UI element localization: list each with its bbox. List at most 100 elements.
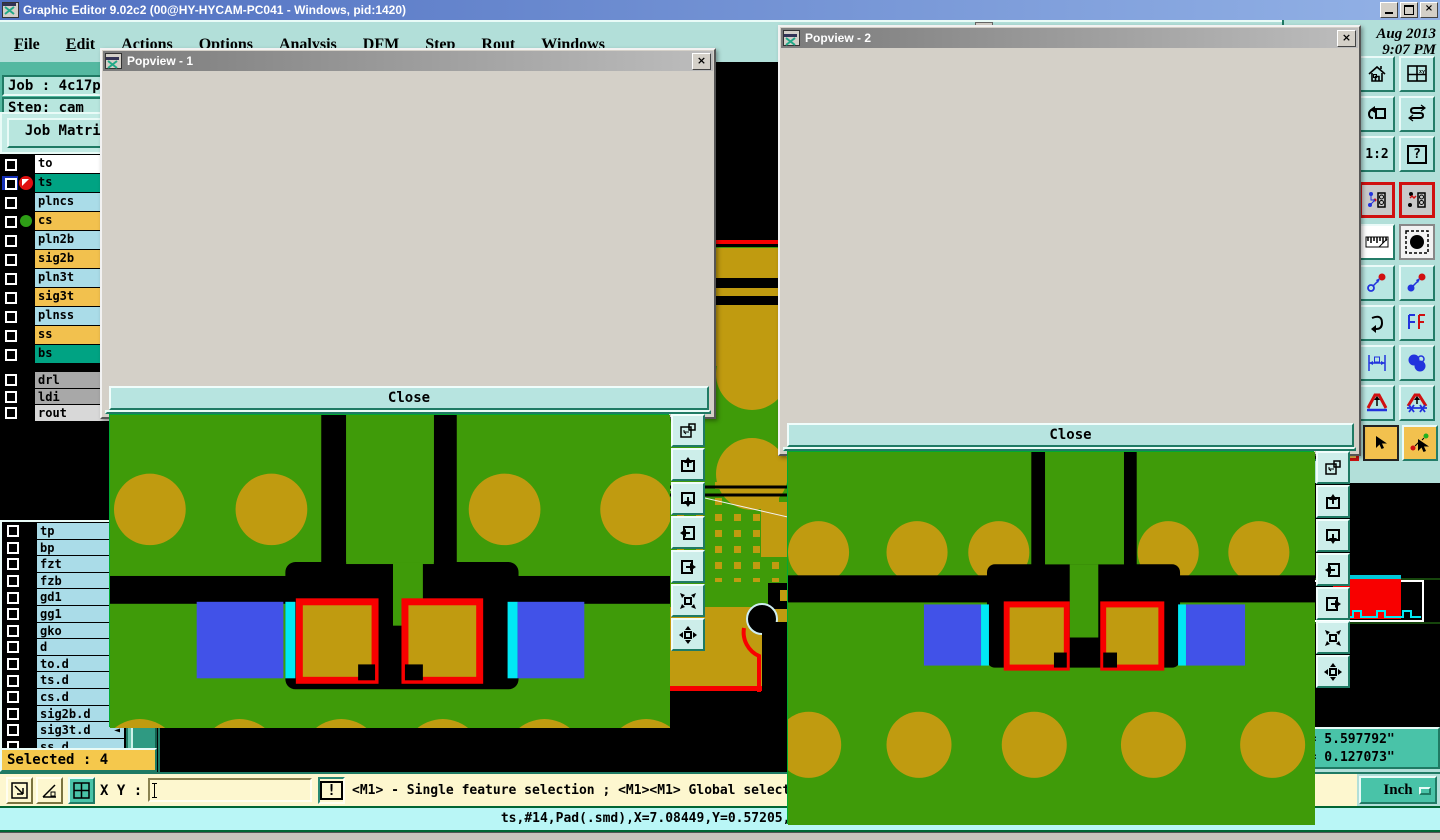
popview-1-window[interactable]: Popview - 1 × Close: [100, 48, 716, 728]
mirror-icon[interactable]: [1399, 305, 1435, 341]
pan-down-icon[interactable]: [1316, 519, 1350, 552]
layer-checkbox[interactable]: [2, 372, 18, 387]
layer-checkbox[interactable]: [2, 251, 18, 266]
spot-mode-icon[interactable]: [1399, 224, 1435, 260]
layer-icon-slot: [20, 555, 37, 571]
layer-checkbox[interactable]: [4, 705, 20, 720]
layer-row-ts.d[interactable]: ts.d: [2, 671, 124, 688]
layer-row-to.d[interactable]: to.d: [2, 654, 124, 672]
snap-angle-icon[interactable]: [36, 777, 63, 804]
layer-row-cs.d[interactable]: cs.d◄: [2, 687, 124, 705]
layer-row-d[interactable]: d: [2, 638, 124, 655]
popview-1-close-icon[interactable]: ×: [692, 52, 711, 70]
menu-item-file[interactable]: File: [14, 36, 40, 54]
layer-row-gko[interactable]: gko: [2, 621, 124, 639]
zoom-fit-in-icon[interactable]: [1316, 621, 1350, 654]
layer-checkbox[interactable]: [2, 213, 18, 228]
pan-up-icon[interactable]: [1316, 485, 1350, 518]
layer-checkbox[interactable]: [4, 589, 20, 604]
popview-icon: [783, 30, 800, 46]
clock: Aug 2013 9:07 PM: [1376, 26, 1436, 58]
layer-checkbox[interactable]: [2, 175, 18, 190]
layer-row-fzb[interactable]: fzb: [2, 571, 124, 589]
help-button[interactable]: ?: [1399, 136, 1435, 172]
text-strike-icon[interactable]: [1399, 385, 1435, 421]
popview-1-close-button[interactable]: Close: [109, 386, 709, 410]
layer-checkbox[interactable]: [4, 573, 20, 588]
undo-zoom-icon[interactable]: [1359, 96, 1395, 132]
pan-up-icon[interactable]: [671, 448, 705, 481]
layer-checkbox[interactable]: [2, 388, 18, 403]
layer-checkbox[interactable]: [2, 346, 18, 361]
layer-row-tp[interactable]: tp: [2, 522, 124, 539]
pan-right-icon[interactable]: [1316, 587, 1350, 620]
popout-icon[interactable]: [671, 414, 705, 447]
units-dropdown[interactable]: Inch: [1359, 776, 1437, 804]
layer-checkbox[interactable]: [4, 639, 20, 654]
popview-1-viewport[interactable]: [109, 414, 670, 728]
xy-input[interactable]: [148, 778, 312, 802]
layer-checkbox[interactable]: [2, 327, 18, 342]
views-xy-icon[interactable]: xy: [1399, 56, 1435, 92]
layer-row-fzt[interactable]: fzt: [2, 555, 124, 572]
zoom-fit-in-icon[interactable]: [671, 584, 705, 617]
step-path-icon[interactable]: [1399, 96, 1435, 132]
layer-checkbox[interactable]: [2, 308, 18, 323]
zoom-fit-out-icon[interactable]: [671, 618, 705, 651]
ruler-icon[interactable]: [1359, 224, 1395, 260]
net-highlight-2-icon[interactable]: [1399, 182, 1435, 218]
scale-1-2-button[interactable]: 1:2: [1359, 136, 1395, 172]
layer-checkbox[interactable]: [4, 689, 20, 704]
pan-left-icon[interactable]: [671, 516, 705, 549]
menu-item-edit[interactable]: Edit: [66, 36, 95, 54]
pan-corner-icon[interactable]: [6, 777, 33, 804]
layer-checkbox[interactable]: [4, 556, 20, 571]
layer-checkbox[interactable]: [2, 405, 18, 420]
layer-checkbox[interactable]: [2, 232, 18, 247]
layer-checkbox[interactable]: [4, 722, 20, 737]
pan-down-icon[interactable]: [671, 482, 705, 515]
layer-checkbox[interactable]: [4, 523, 20, 538]
popview-1-titlebar[interactable]: Popview - 1 ×: [103, 51, 713, 71]
popout-icon[interactable]: [1316, 451, 1350, 484]
layer-icon-slot: [18, 156, 35, 172]
alert-button[interactable]: !: [318, 777, 345, 804]
minimize-button[interactable]: [1380, 2, 1398, 18]
layer-checkbox[interactable]: [4, 622, 20, 637]
layer-row-sig2b.d[interactable]: sig2b.d: [2, 704, 124, 722]
layer-checkbox[interactable]: [4, 656, 20, 671]
popview-2-viewport[interactable]: [787, 451, 1315, 825]
measure-p2p-2-icon[interactable]: [1399, 265, 1435, 301]
pan-right-icon[interactable]: [671, 550, 705, 583]
layer-checkbox[interactable]: [2, 156, 18, 171]
home-icon[interactable]: [1359, 56, 1395, 92]
popview-2-close-icon[interactable]: ×: [1337, 29, 1356, 47]
layer-checkbox[interactable]: [4, 606, 20, 621]
dimension-icon[interactable]: [1359, 345, 1395, 381]
net-highlight-icon[interactable]: [1359, 182, 1395, 218]
layer-row-sig3t.d[interactable]: sig3t.d ◄: [2, 721, 124, 738]
restore-button[interactable]: [1400, 2, 1418, 18]
zoom-fit-out-icon[interactable]: [1316, 655, 1350, 688]
layer-checkbox[interactable]: [4, 672, 20, 687]
layer-checkbox[interactable]: [4, 539, 20, 554]
select-net-icon[interactable]: [1402, 425, 1438, 461]
layer-row-bp[interactable]: bp: [2, 538, 124, 556]
rotate-cw-icon[interactable]: [1359, 305, 1395, 341]
measure-p2p-icon[interactable]: [1359, 265, 1395, 301]
copy-shapes-icon[interactable]: [1399, 345, 1435, 381]
layer-row-gd1[interactable]: gd1: [2, 588, 124, 605]
popview-2-titlebar[interactable]: Popview - 2 ×: [781, 28, 1358, 48]
text-up-icon[interactable]: [1359, 385, 1395, 421]
layer-row-gg1[interactable]: gg1: [2, 604, 124, 622]
close-button[interactable]: ×: [1420, 2, 1438, 18]
layer-checkbox[interactable]: [2, 194, 18, 209]
layer-checkbox[interactable]: [2, 270, 18, 285]
layer-checkbox[interactable]: [2, 289, 18, 304]
popview-2-close-button[interactable]: Close: [787, 423, 1354, 447]
pan-left-icon[interactable]: [1316, 553, 1350, 586]
title-bar[interactable]: Graphic Editor 9.02c2 (00@HY-HYCAM-PC041…: [0, 0, 1440, 20]
popview-2-window[interactable]: Popview - 2 × Close: [778, 25, 1361, 825]
select-arrow-icon[interactable]: [1363, 425, 1399, 461]
tile-windows-icon[interactable]: [68, 777, 95, 804]
